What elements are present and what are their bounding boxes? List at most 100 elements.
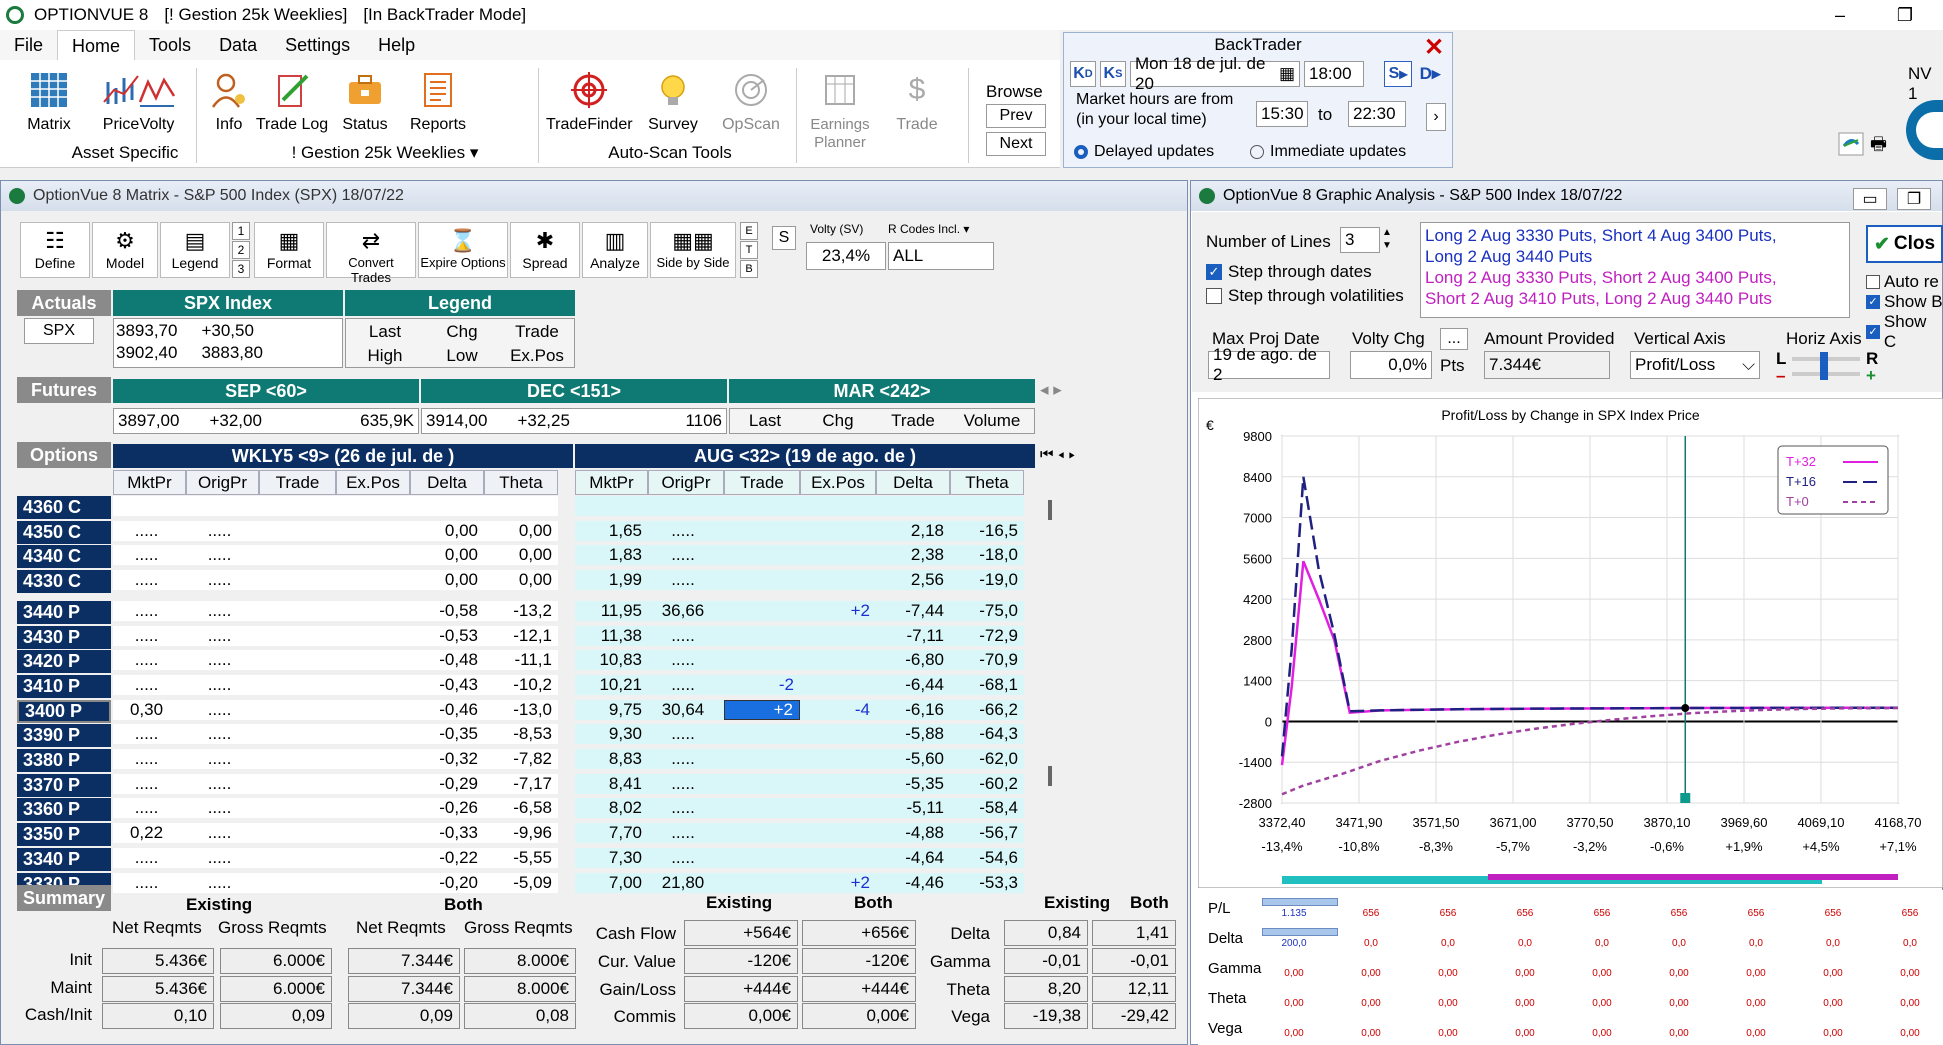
option-cell[interactable]: -6,58 <box>484 798 558 819</box>
option-cell[interactable]: ..... <box>648 545 724 566</box>
close-graph-button[interactable]: ✔ Clos <box>1866 225 1943 263</box>
option-cell[interactable]: 7,00 <box>575 872 648 893</box>
option-cell[interactable]: -19,0 <box>950 570 1024 591</box>
option-cell[interactable]: -0,29 <box>410 773 484 794</box>
option-cell[interactable]: -9,96 <box>484 823 558 844</box>
option-cell[interactable] <box>724 847 800 868</box>
strike-label[interactable]: 4340 C <box>17 545 111 569</box>
puts-scrollbar[interactable] <box>1048 766 1052 786</box>
option-cell[interactable]: -4 <box>800 699 876 720</box>
option-cell[interactable]: -58,4 <box>950 798 1024 819</box>
reports-button[interactable]: Reports <box>400 70 476 134</box>
option-cell[interactable]: -5,11 <box>876 798 950 819</box>
option-cell[interactable]: 8,83 <box>575 749 648 769</box>
option-cell[interactable]: 11,38 <box>575 625 648 646</box>
option-cell[interactable]: -7,17 <box>484 773 558 794</box>
step-dates-checkbox[interactable]: ✓ Step through dates <box>1206 262 1372 282</box>
menu-tools[interactable]: Tools <box>135 35 205 56</box>
menu-data[interactable]: Data <box>205 35 271 56</box>
option-cell[interactable] <box>336 496 410 516</box>
option-cell[interactable]: ..... <box>648 798 724 819</box>
e-button[interactable]: E <box>740 222 758 240</box>
restore-button[interactable]: ❐ <box>1875 0 1935 30</box>
option-cell[interactable]: ..... <box>113 798 186 819</box>
option-cell[interactable] <box>336 650 410 671</box>
option-cell[interactable]: ..... <box>113 674 186 695</box>
option-cell[interactable] <box>800 798 876 819</box>
option-cell[interactable] <box>800 847 876 868</box>
option-cell[interactable] <box>724 798 800 819</box>
option-cell[interactable] <box>336 749 410 769</box>
option-cell[interactable]: 1,99 <box>575 570 648 591</box>
b-button[interactable]: B <box>740 260 758 278</box>
strike-label[interactable]: 3390 P <box>17 724 111 748</box>
option-cell[interactable]: -10,2 <box>484 674 558 695</box>
option-cell[interactable] <box>800 823 876 844</box>
option-cell[interactable]: -68,1 <box>950 674 1024 695</box>
option-cell[interactable]: -70,9 <box>950 650 1024 671</box>
step-back-session-button[interactable]: KS <box>1100 61 1126 87</box>
minimize-button[interactable]: – <box>1810 0 1870 30</box>
option-cell[interactable] <box>950 496 1024 516</box>
option-cell[interactable] <box>259 570 336 591</box>
max-proj-field[interactable]: 19 de ago. de 2 <box>1208 345 1330 384</box>
option-cell[interactable]: ..... <box>648 773 724 794</box>
option-cell[interactable] <box>800 674 876 695</box>
printer-icon[interactable]: 🖶 <box>1870 132 1896 156</box>
trade-log-button[interactable]: Trade Log <box>252 70 332 134</box>
expand-chevron-icon[interactable]: › <box>1426 103 1446 131</box>
option-cell[interactable]: ..... <box>648 674 724 695</box>
tradefinder-button[interactable]: TradeFinder <box>546 70 633 134</box>
option-cell[interactable]: -0,22 <box>410 847 484 868</box>
option-cell[interactable]: -53,3 <box>950 872 1024 893</box>
option-cell[interactable]: ..... <box>648 625 724 646</box>
option-cell[interactable] <box>724 600 800 621</box>
option-cell[interactable]: ..... <box>648 724 724 745</box>
option-cell[interactable]: +2 <box>724 699 800 720</box>
option-cell[interactable]: -4,88 <box>876 823 950 844</box>
option-cell[interactable] <box>259 749 336 769</box>
option-cell[interactable]: ..... <box>186 699 259 720</box>
option-cell[interactable]: ..... <box>113 724 186 745</box>
option-cell[interactable]: -5,88 <box>876 724 950 745</box>
option-cell[interactable]: ..... <box>648 749 724 769</box>
step-1-button[interactable]: 1 <box>232 222 250 240</box>
next-button[interactable]: Next <box>986 132 1046 156</box>
option-cell[interactable] <box>259 724 336 745</box>
option-cell[interactable] <box>724 520 800 541</box>
side-by-side-button[interactable]: ▦▦ Side by Side <box>650 222 736 278</box>
option-cell[interactable]: ..... <box>648 570 724 591</box>
option-cell[interactable] <box>648 496 724 516</box>
option-cell[interactable]: 10,83 <box>575 650 648 671</box>
menu-file[interactable]: File <box>0 35 57 56</box>
option-cell[interactable] <box>336 823 410 844</box>
strike-label[interactable]: 3340 P <box>17 847 111 871</box>
status-button[interactable]: Status <box>330 70 400 134</box>
option-cell[interactable]: 21,80 <box>648 872 724 893</box>
option-cell[interactable]: 9,75 <box>575 699 648 720</box>
option-cell[interactable] <box>259 823 336 844</box>
option-cell[interactable]: 8,41 <box>575 773 648 794</box>
option-cell[interactable]: ..... <box>113 773 186 794</box>
horiz-axis-sliders[interactable] <box>1792 352 1860 380</box>
option-cell[interactable] <box>800 773 876 794</box>
option-cell[interactable]: -64,3 <box>950 724 1024 745</box>
option-cell[interactable] <box>336 674 410 695</box>
option-cell[interactable] <box>800 749 876 769</box>
option-cell[interactable]: -0,53 <box>410 625 484 646</box>
menu-home[interactable]: Home <box>57 30 136 60</box>
format-button[interactable]: ▦ Format <box>254 222 324 278</box>
strike-label[interactable]: 3370 P <box>17 773 111 797</box>
option-cell[interactable]: 0,00 <box>484 520 558 541</box>
backtrader-close-icon[interactable]: ✕ <box>1424 33 1444 62</box>
volty-chg-dots-button[interactable]: ... <box>1440 328 1468 350</box>
opscan-button[interactable]: OpScan <box>718 70 784 134</box>
option-cell[interactable]: -4,64 <box>876 847 950 868</box>
option-cell[interactable]: ..... <box>113 872 186 893</box>
option-cell[interactable]: -4,46 <box>876 872 950 893</box>
option-cell[interactable] <box>336 545 410 566</box>
option-cell[interactable] <box>336 625 410 646</box>
option-cell[interactable] <box>800 545 876 566</box>
graph-restore-button[interactable]: ❐ <box>1897 188 1931 210</box>
option-cell[interactable]: 0,00 <box>410 570 484 591</box>
